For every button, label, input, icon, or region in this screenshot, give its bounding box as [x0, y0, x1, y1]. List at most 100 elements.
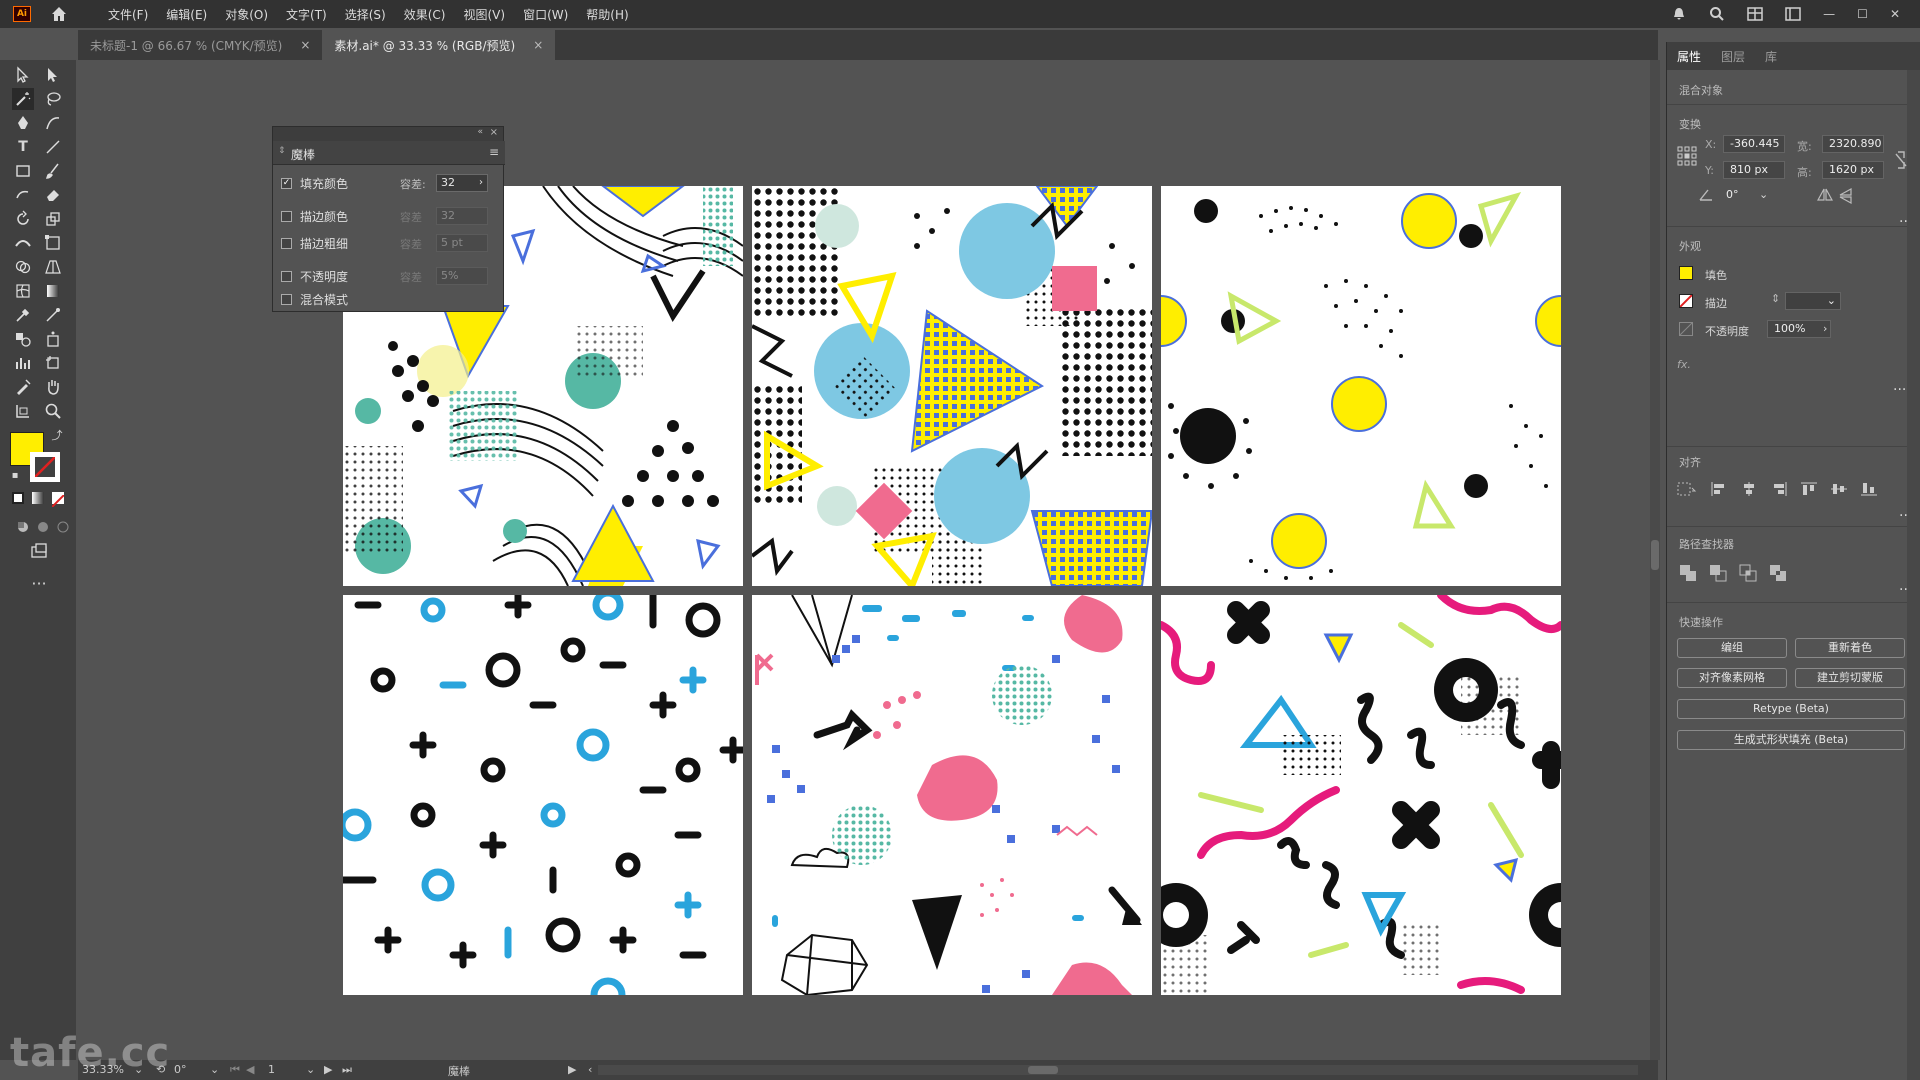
- artboard-6[interactable]: [1161, 595, 1561, 995]
- flip-vertical-icon[interactable]: [1839, 188, 1853, 204]
- tolerance-input[interactable]: 32 ›: [436, 174, 488, 192]
- close-window-icon[interactable]: ✕: [1890, 7, 1900, 21]
- screen-mode-icon[interactable]: [28, 540, 50, 562]
- chevron-down-icon[interactable]: ⌄: [306, 1063, 315, 1076]
- minimize-icon[interactable]: —: [1823, 7, 1835, 21]
- maximize-icon[interactable]: ☐: [1857, 7, 1868, 21]
- menu-item[interactable]: 视图(V): [454, 6, 514, 23]
- stroke-color-swatch[interactable]: [1679, 294, 1693, 308]
- tab-material[interactable]: 素材.ai* @ 33.33 % (RGB/预览) ×: [322, 30, 556, 60]
- more-tools-icon[interactable]: ···: [28, 572, 50, 594]
- paintbrush-tool-icon[interactable]: [42, 160, 64, 182]
- swap-fill-stroke-icon[interactable]: ⤴: [50, 428, 64, 442]
- tab-properties[interactable]: 属性: [1677, 48, 1701, 65]
- default-colors-icon[interactable]: ▪: [8, 468, 22, 482]
- recolor-button[interactable]: 重新着色: [1795, 638, 1905, 658]
- artboard-5[interactable]: [752, 595, 1152, 995]
- direct-selection-tool-icon[interactable]: [42, 64, 64, 86]
- curvature-tool-icon[interactable]: [42, 112, 64, 134]
- prev-artboard-icon[interactable]: ◀: [246, 1063, 254, 1076]
- flip-horizontal-icon[interactable]: [1817, 188, 1833, 202]
- bell-icon[interactable]: [1671, 6, 1687, 22]
- stroke-swatch[interactable]: [30, 452, 60, 482]
- menu-item[interactable]: 文件(F): [99, 6, 157, 23]
- chevron-right-icon[interactable]: ›: [1823, 322, 1827, 335]
- draw-behind-icon[interactable]: [32, 516, 54, 538]
- align-right-icon[interactable]: [1771, 482, 1787, 496]
- rectangle-tool-icon[interactable]: [12, 160, 34, 182]
- artboard-3[interactable]: [1161, 186, 1561, 586]
- align-center-vertical-icon[interactable]: [1831, 482, 1847, 496]
- measure-tool-icon[interactable]: [42, 304, 64, 326]
- column-graph-tool-icon[interactable]: [12, 352, 34, 374]
- option-opacity[interactable]: 不透明度: [281, 267, 348, 285]
- close-icon[interactable]: ×: [490, 127, 498, 138]
- gradient-mode-icon[interactable]: [32, 492, 44, 504]
- next-artboard-icon[interactable]: ▶: [324, 1063, 332, 1076]
- tab-libraries[interactable]: 库: [1765, 48, 1777, 65]
- retype-button[interactable]: Retype (Beta): [1677, 699, 1905, 719]
- option-blend-mode[interactable]: 混合模式: [281, 290, 348, 308]
- eraser-tool-icon[interactable]: [42, 184, 64, 206]
- canvas-horizontal-scrollbar[interactable]: [598, 1065, 1638, 1075]
- workspace-switcher-icon[interactable]: [1785, 7, 1801, 21]
- more-options-icon[interactable]: ···: [1893, 382, 1906, 398]
- print-tiling-tool-icon[interactable]: [12, 400, 34, 422]
- perspective-grid-tool-icon[interactable]: [42, 256, 64, 278]
- line-tool-icon[interactable]: [42, 136, 64, 158]
- fx-icon[interactable]: fx.: [1677, 358, 1691, 371]
- color-mode-icon[interactable]: [12, 492, 24, 504]
- blend-tool-icon[interactable]: [12, 328, 34, 350]
- close-icon[interactable]: ×: [300, 38, 310, 52]
- panel-scrollbar[interactable]: [1907, 70, 1920, 1080]
- panel-titlebar[interactable]: « ×: [273, 127, 503, 141]
- height-input[interactable]: 1620 px: [1822, 161, 1884, 179]
- menu-item[interactable]: 窗口(W): [514, 6, 577, 23]
- magic-wand-tool-icon[interactable]: [12, 88, 34, 110]
- artboard-4[interactable]: [343, 595, 743, 995]
- rotation-value[interactable]: 0°: [174, 1063, 187, 1076]
- close-icon[interactable]: ×: [533, 38, 543, 52]
- panel-menu-icon[interactable]: ≡: [489, 145, 499, 159]
- menu-item[interactable]: 效果(C): [395, 6, 455, 23]
- checkbox[interactable]: [281, 237, 292, 249]
- align-to-icon[interactable]: [1677, 482, 1697, 496]
- align-top-icon[interactable]: [1801, 482, 1817, 496]
- hand-tool-icon[interactable]: [42, 376, 64, 398]
- artboard-2[interactable]: [752, 186, 1152, 586]
- checkbox[interactable]: [281, 293, 292, 305]
- arrange-documents-icon[interactable]: [1747, 7, 1763, 21]
- pen-tool-icon[interactable]: [12, 112, 34, 134]
- artboard-tool-icon[interactable]: [42, 352, 64, 374]
- link-icon[interactable]: [1894, 150, 1908, 170]
- draw-normal-icon[interactable]: [12, 516, 34, 538]
- menu-item[interactable]: 编辑(E): [157, 6, 216, 23]
- home-icon[interactable]: [49, 4, 69, 24]
- artboard-number[interactable]: 1: [268, 1063, 275, 1076]
- menu-item[interactable]: 文字(T): [277, 6, 336, 23]
- align-left-icon[interactable]: [1711, 482, 1727, 496]
- none-mode-icon[interactable]: [51, 492, 65, 508]
- zoom-tool-icon[interactable]: [42, 400, 64, 422]
- selection-tool-icon[interactable]: [12, 64, 34, 86]
- checkbox[interactable]: [281, 270, 292, 282]
- minus-front-icon[interactable]: [1709, 564, 1727, 582]
- mesh-tool-icon[interactable]: [12, 280, 34, 302]
- width-tool-icon[interactable]: [12, 232, 34, 254]
- slice-tool-icon[interactable]: [12, 376, 34, 398]
- stepper-icon[interactable]: ⇕: [1771, 292, 1780, 305]
- free-transform-tool-icon[interactable]: [42, 232, 64, 254]
- lasso-tool-icon[interactable]: [42, 88, 64, 110]
- eyedropper-tool-icon[interactable]: [12, 304, 34, 326]
- tab-untitled[interactable]: 未标题-1 @ 66.67 % (CMYK/预览) ×: [78, 30, 322, 60]
- checkbox[interactable]: ✓: [281, 177, 292, 189]
- draw-inside-icon[interactable]: [52, 516, 74, 538]
- scroll-left-icon[interactable]: ‹: [588, 1063, 592, 1076]
- shaper-tool-icon[interactable]: [12, 184, 34, 206]
- option-stroke-weight[interactable]: 描边粗细: [281, 234, 348, 252]
- stroke-weight-input[interactable]: ⌄: [1785, 292, 1841, 310]
- menu-item[interactable]: 帮助(H): [577, 6, 637, 23]
- scale-tool-icon[interactable]: [42, 208, 64, 230]
- search-icon[interactable]: [1709, 6, 1725, 22]
- reference-point-icon[interactable]: [1677, 146, 1697, 166]
